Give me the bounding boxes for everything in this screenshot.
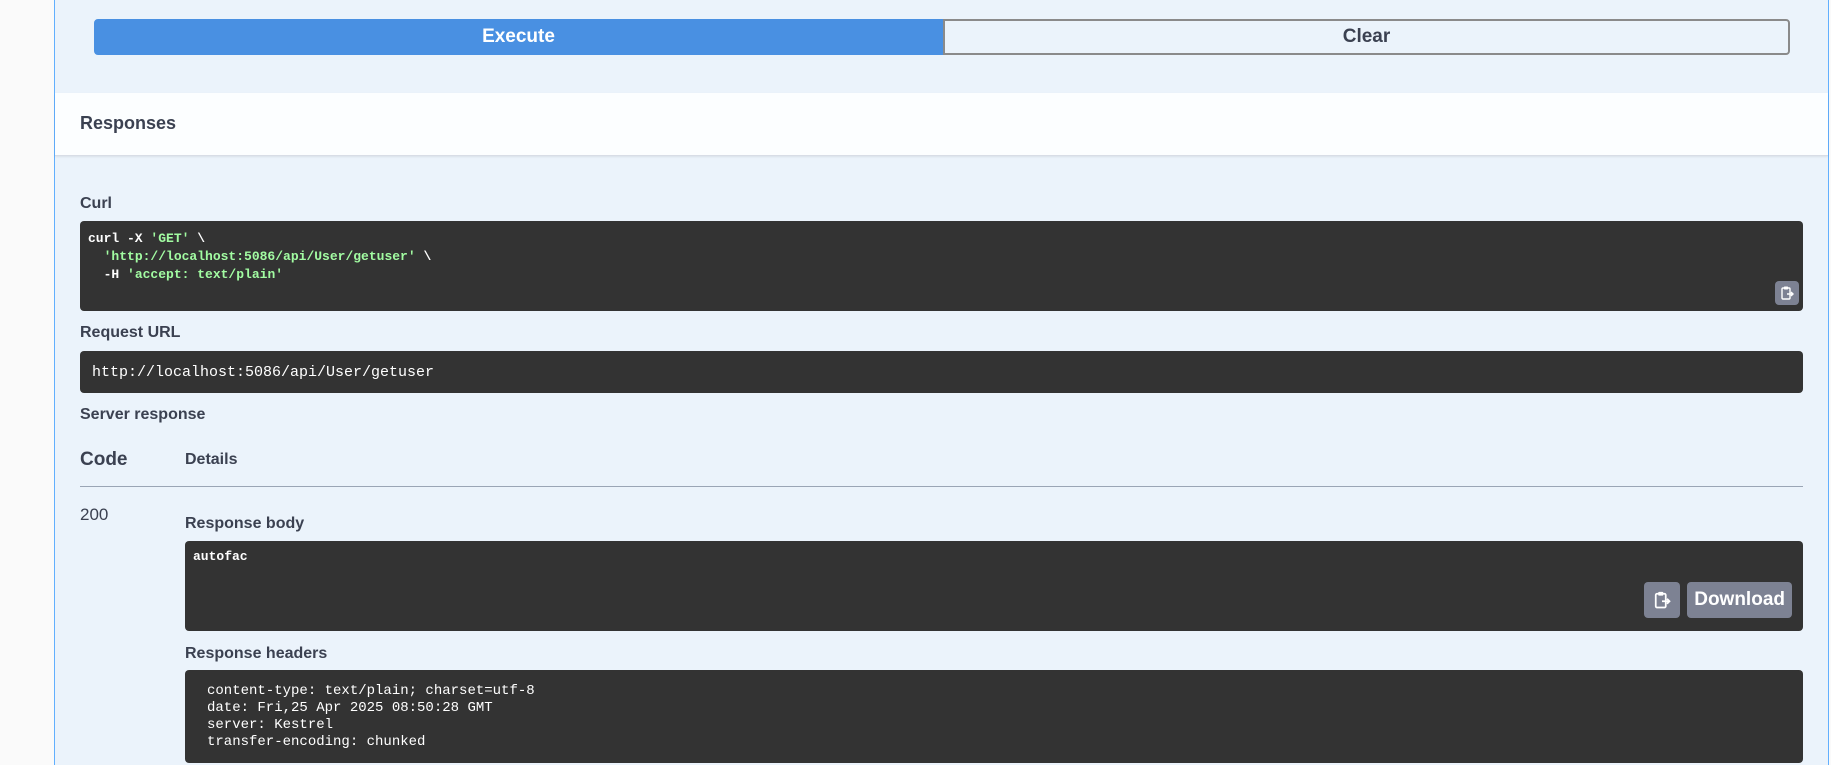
- response-body-value: autofac: [193, 549, 248, 564]
- code-column-header: Code: [80, 449, 128, 470]
- execute-button[interactable]: Execute: [94, 19, 943, 55]
- curl-header-value: 'accept: text/plain': [127, 267, 284, 282]
- curl-line-continuation: \: [189, 231, 206, 246]
- responses-title: Responses: [80, 113, 177, 133]
- curl-method: 'GET': [150, 231, 190, 246]
- curl-code-block: curl -X 'GET' \ 'http://localhost:5086/a…: [80, 221, 1803, 311]
- server-response-label: Server response: [80, 406, 206, 423]
- curl-copy-button[interactable]: [1775, 281, 1799, 305]
- response-header-line: server: Kestrel: [207, 717, 334, 733]
- response-headers-block: content-type: text/plain; charset=utf-8 …: [185, 670, 1803, 763]
- execute-button-row: Execute Clear: [94, 19, 1790, 55]
- response-header-line: content-type: text/plain; charset=utf-8: [207, 683, 535, 699]
- swagger-page: Execute Clear Responses Curl curl -X 'GE…: [0, 0, 1831, 765]
- clipboard-copy-icon: [1781, 286, 1794, 300]
- curl-line-1: curl -X 'GET' \: [88, 230, 1795, 248]
- response-header-line: date: Fri,25 Apr 2025 08:50:28 GMT: [207, 700, 493, 716]
- responses-section-header: Responses: [55, 93, 1828, 156]
- table-header-divider: [80, 486, 1803, 487]
- operation-block-get: Execute Clear Responses Curl curl -X 'GE…: [54, 0, 1829, 765]
- response-body-label: Response body: [185, 515, 305, 532]
- request-url-block: http://localhost:5086/api/User/getuser: [80, 351, 1803, 393]
- response-headers-label: Response headers: [185, 645, 328, 662]
- curl-label: Curl: [80, 195, 112, 212]
- curl-header-flag: -H: [88, 267, 128, 282]
- response-body-copy-button[interactable]: [1644, 582, 1680, 618]
- curl-line-continuation: \: [415, 249, 432, 264]
- request-url-label: Request URL: [80, 324, 181, 341]
- clipboard-copy-icon: [1654, 591, 1671, 609]
- response-body-block: autofac Download: [185, 541, 1803, 631]
- curl-line-2: 'http://localhost:5086/api/User/getuser'…: [88, 248, 1795, 266]
- response-status-code: 200: [80, 505, 109, 524]
- curl-url: 'http://localhost:5086/api/User/getuser': [103, 249, 416, 264]
- response-header-line: transfer-encoding: chunked: [207, 734, 426, 750]
- curl-line-3: -H 'accept: text/plain': [88, 266, 1795, 284]
- details-column-header: Details: [185, 451, 238, 468]
- curl-command: curl -X: [88, 231, 151, 246]
- clear-button[interactable]: Clear: [943, 19, 1790, 55]
- download-button[interactable]: Download: [1687, 582, 1792, 618]
- request-url-value: http://localhost:5086/api/User/getuser: [92, 363, 435, 381]
